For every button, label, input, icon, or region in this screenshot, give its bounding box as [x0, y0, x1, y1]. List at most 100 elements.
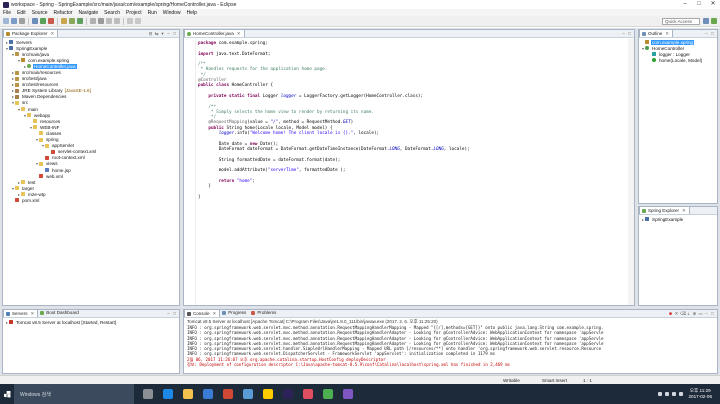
start-button[interactable]	[0, 384, 14, 404]
minimize-icon[interactable]: –	[166, 31, 171, 36]
tab-home-controller[interactable]: HomeController.java ✕	[184, 30, 245, 38]
tab-servers[interactable]: Servers ✕	[3, 310, 39, 318]
external-tools-icon[interactable]	[48, 18, 54, 24]
clear-console-icon[interactable]: ⌫	[680, 311, 686, 316]
progress-icon	[222, 311, 227, 315]
menu-file[interactable]: File	[3, 10, 11, 16]
menu-help[interactable]: Help	[187, 10, 197, 16]
tab-spring-explorer[interactable]: Spring Explorer ✕	[639, 207, 690, 215]
task-view-icon[interactable]	[143, 389, 153, 399]
code-editor[interactable]: package com.example.spring; import java.t…	[184, 39, 634, 305]
taskbar-search[interactable]: Windows 검색	[14, 384, 134, 404]
tab-package-explorer[interactable]: Package Explorer ✕	[3, 30, 59, 38]
file-explorer-icon[interactable]	[183, 389, 193, 399]
menu-window[interactable]: Window	[163, 10, 181, 16]
eclipse-taskbar-icon[interactable]	[283, 389, 293, 399]
close-icon[interactable]: ✕	[706, 0, 720, 9]
quick-access-field[interactable]: Quick Access	[662, 18, 700, 25]
edge-icon[interactable]	[163, 389, 173, 399]
menu-project[interactable]: Project	[126, 10, 142, 16]
maximize-icon[interactable]: □	[172, 31, 177, 36]
code-lines[interactable]: package com.example.spring; import java.t…	[198, 41, 626, 200]
forward-icon[interactable]	[135, 18, 141, 24]
ie-icon[interactable]	[243, 389, 253, 399]
code-token: LONG	[389, 146, 400, 152]
maximize-icon[interactable]: □	[627, 31, 632, 36]
view-menu-icon[interactable]: ▾	[160, 31, 165, 36]
system-tray: 오후 11:29 2017-02-06	[655, 384, 713, 404]
minimize-icon[interactable]: –	[166, 311, 171, 316]
tab-outline[interactable]: Outline ✕	[639, 30, 674, 38]
close-icon[interactable]: ✕	[51, 30, 55, 38]
maximize-icon[interactable]: □	[692, 0, 706, 9]
outline-view: Outline ✕ – □ com.example.spring ▾ HomeCon…	[638, 29, 718, 204]
collapse-all-icon[interactable]: ⊟	[148, 31, 153, 36]
clock[interactable]: 오후 11:29 2017-02-06	[689, 388, 713, 400]
minimize-icon[interactable]: –	[704, 31, 709, 36]
menu-navigate[interactable]: Navigate	[78, 10, 98, 16]
tree-item-label: servlet-context.xml	[58, 149, 97, 155]
tree-item[interactable]: ▸ SpringExample	[639, 216, 717, 222]
close-icon[interactable]: ✕	[31, 310, 35, 318]
menu-edit[interactable]: Edit	[17, 10, 26, 16]
next-annotation-icon[interactable]	[106, 18, 112, 24]
new-class-icon[interactable]	[77, 18, 83, 24]
menu-search[interactable]: Search	[104, 10, 120, 16]
maximize-icon[interactable]: □	[710, 311, 715, 316]
chevron-up-icon[interactable]	[657, 392, 662, 396]
save-icon[interactable]	[11, 18, 17, 24]
minimize-icon[interactable]: –	[678, 0, 692, 9]
code-line[interactable]: }	[198, 195, 626, 200]
new-package-icon[interactable]	[69, 18, 75, 24]
tree-item-label: src	[22, 100, 29, 106]
menu-source[interactable]: Source	[32, 10, 48, 16]
terminate-icon[interactable]: ■	[668, 311, 673, 316]
previous-annotation-icon[interactable]	[114, 18, 120, 24]
close-icon[interactable]: ✕	[237, 30, 241, 38]
chrome-icon[interactable]	[223, 389, 233, 399]
tab-console[interactable]: Console ✕	[184, 310, 221, 318]
maximize-icon[interactable]: □	[172, 311, 177, 316]
store-icon[interactable]	[203, 389, 213, 399]
spring-perspective-icon[interactable]	[711, 18, 717, 24]
tab-problems[interactable]: Problems	[249, 310, 279, 317]
close-icon[interactable]: ✕	[665, 30, 669, 38]
back-icon[interactable]	[127, 18, 133, 24]
ime-icon[interactable]	[678, 392, 683, 396]
scroll-lock-icon[interactable]: ⇣	[686, 311, 691, 316]
save-all-icon[interactable]	[19, 18, 25, 24]
link-editor-icon[interactable]: ⇆	[154, 31, 159, 36]
new-java-project-icon[interactable]	[61, 18, 67, 24]
close-icon[interactable]: ✕	[682, 207, 686, 215]
tree-item[interactable]: home(Locale, Model)	[639, 57, 717, 63]
pin-console-icon[interactable]: ⊕	[692, 311, 697, 316]
minimize-icon[interactable]: –	[704, 311, 709, 316]
search-icon[interactable]	[98, 18, 104, 24]
code-token: }	[198, 194, 201, 200]
open-type-icon[interactable]	[90, 18, 96, 24]
tree-item[interactable]: pom.xml	[3, 197, 179, 203]
debug-icon[interactable]	[32, 18, 38, 24]
app-icon[interactable]	[323, 389, 333, 399]
tab-boot-dashboard[interactable]: Boot Dashboard	[38, 310, 82, 317]
minimize-icon[interactable]: –	[621, 31, 626, 36]
app-icon[interactable]	[343, 389, 353, 399]
src-icon	[15, 76, 19, 81]
java-perspective-icon[interactable]	[703, 18, 709, 24]
network-icon[interactable]	[664, 392, 669, 396]
tree-item[interactable]: ▸ Tomcat v8.5 Server at localhost [Starte…	[3, 319, 179, 325]
editor-scrollbar[interactable]	[628, 39, 634, 305]
menu-refactor[interactable]: Refactor	[54, 10, 73, 16]
maximize-icon[interactable]: □	[710, 31, 715, 36]
volume-icon[interactable]	[671, 392, 676, 396]
kakaotalk-icon[interactable]	[263, 389, 273, 399]
run-icon[interactable]	[40, 18, 46, 24]
tab-progress[interactable]: Progress	[220, 310, 249, 317]
console-output[interactable]: INFO : org.springframework.web.servlet.m…	[184, 325, 717, 367]
menu-run[interactable]: Run	[148, 10, 157, 16]
display-console-icon[interactable]: ▭	[698, 311, 703, 316]
close-icon[interactable]: ✕	[213, 310, 217, 318]
new-icon[interactable]	[3, 18, 9, 24]
remove-launch-icon[interactable]: ✕	[674, 311, 679, 316]
app-icon[interactable]	[303, 389, 313, 399]
